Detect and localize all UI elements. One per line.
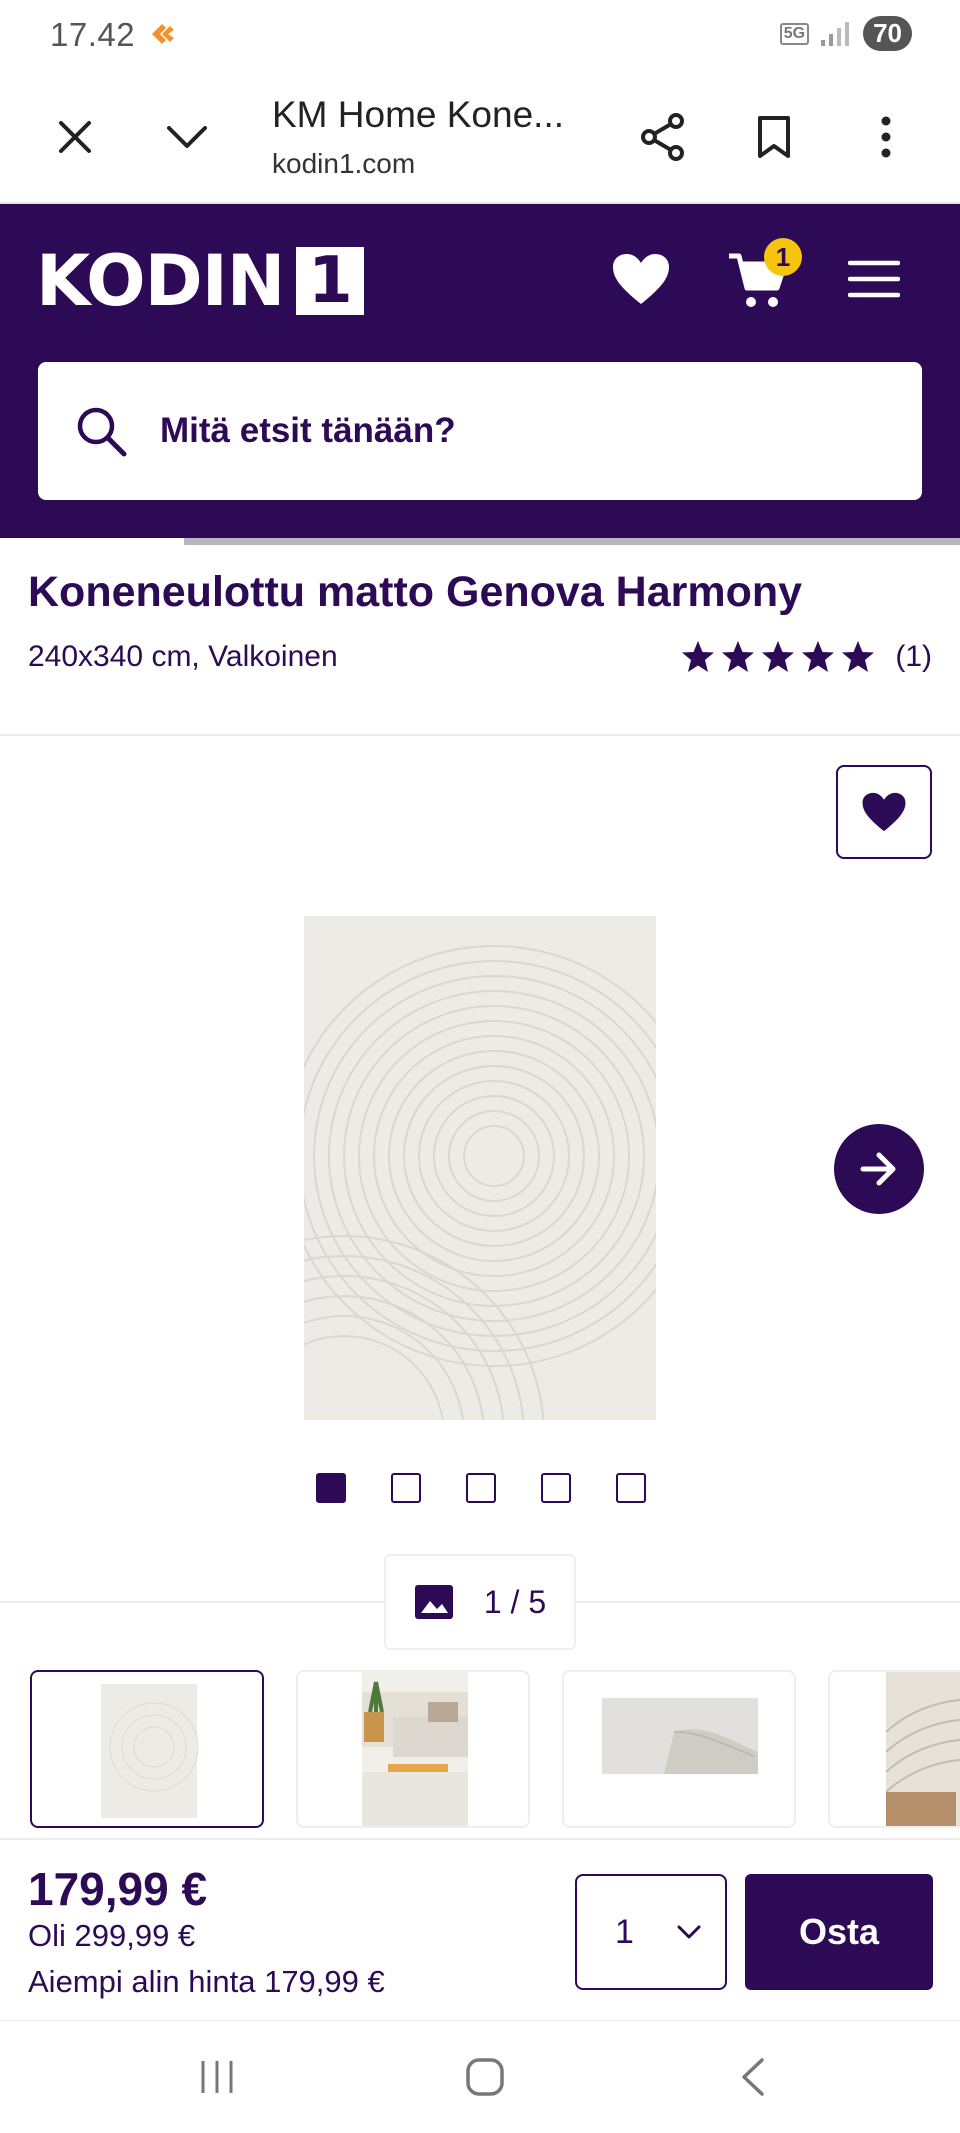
more-vert-icon[interactable] (856, 107, 916, 167)
battery-level: 70 (863, 16, 912, 51)
system-navigation-bar (0, 2020, 960, 2133)
image-counter-text: 1 / 5 (483, 1583, 547, 1620)
product-rating[interactable]: (1) (681, 640, 932, 674)
arrow-right-icon[interactable] (834, 1124, 924, 1214)
search-input[interactable]: Mitä etsit tänään? (38, 362, 922, 500)
star-icon (842, 641, 875, 672)
bookmark-icon[interactable] (744, 107, 804, 167)
current-price: 179,99 € (28, 1863, 208, 1915)
recent-apps-icon[interactable] (182, 2047, 252, 2107)
product-title: Koneneulottu matto Genova Harmony (28, 568, 803, 616)
quantity-select[interactable]: 1 (575, 1874, 727, 1990)
image-counter[interactable]: 1 / 5 (384, 1554, 576, 1650)
logo-box: 1 (296, 247, 365, 315)
product-variant: 240x340 cm, Valkoinen (28, 640, 338, 673)
rating-stars (681, 640, 875, 674)
site-header: KODIN 1 1 Mitä etsit tänään? (0, 204, 960, 538)
status-time: 17.42 (50, 16, 136, 53)
star-icon (682, 641, 715, 672)
quantity-value: 1 (615, 1912, 634, 1951)
back-icon[interactable] (718, 2047, 788, 2107)
site-logo[interactable]: KODIN 1 (36, 240, 365, 322)
gallery-dot[interactable] (391, 1473, 421, 1503)
star-icon (762, 641, 795, 672)
heart-icon (862, 792, 906, 832)
data-saver-icon (152, 24, 174, 44)
thumbnail-strip (30, 1670, 960, 1828)
buy-button[interactable]: Osta (745, 1874, 933, 1990)
thumbnail-3[interactable] (562, 1670, 796, 1828)
lowest-previous-price: Aiempi alin hinta 179,99 € (28, 1964, 385, 1999)
network-type: 5G (779, 22, 810, 45)
star-icon (802, 641, 835, 672)
buy-bar: 179,99 € Oli 299,99 € Aiempi alin hinta … (0, 1838, 960, 2020)
browser-toolbar: KM Home Kone... kodin1.com (0, 70, 960, 204)
page-url: kodin1.com (272, 148, 416, 179)
cart-count-badge: 1 (764, 238, 802, 276)
heart-icon[interactable] (608, 246, 674, 312)
thumbnail-4[interactable] (828, 1670, 960, 1828)
status-bar: 17.42 5G 70 (0, 0, 960, 70)
chevron-down-icon (677, 1925, 701, 1939)
page-load-progress (184, 538, 960, 545)
page-title: KM Home Kone... (272, 94, 565, 135)
gallery-dot[interactable] (616, 1473, 646, 1503)
hamburger-icon[interactable] (846, 254, 902, 304)
divider (0, 734, 960, 736)
logo-text: KODIN (36, 240, 285, 322)
home-icon[interactable] (450, 2047, 520, 2107)
image-icon (414, 1585, 453, 1619)
previous-price: Oli 299,99 € (28, 1918, 196, 1953)
rating-count: (1) (895, 640, 932, 673)
thumbnail-2[interactable] (296, 1670, 530, 1828)
signal-icon (821, 21, 850, 46)
search-placeholder: Mitä etsit tänään? (160, 411, 456, 450)
gallery-dot[interactable] (316, 1473, 346, 1503)
close-icon[interactable] (45, 107, 105, 167)
status-indicators: 5G 70 (779, 16, 912, 51)
product-image[interactable] (304, 916, 656, 1420)
thumbnail-1[interactable] (30, 1670, 264, 1828)
add-to-favorites-button[interactable] (836, 765, 932, 859)
share-icon[interactable] (633, 107, 693, 167)
star-icon (722, 641, 755, 672)
cart-icon[interactable]: 1 (722, 238, 802, 316)
search-icon (77, 407, 127, 457)
gallery-pagination (316, 1473, 646, 1503)
gallery-dot[interactable] (541, 1473, 571, 1503)
gallery-dot[interactable] (466, 1473, 496, 1503)
chevron-down-icon[interactable] (157, 107, 217, 167)
